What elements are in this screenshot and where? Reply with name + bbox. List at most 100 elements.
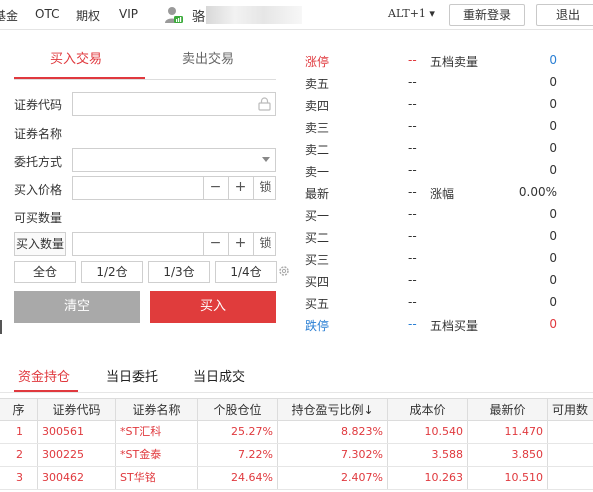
bid1-price: -- bbox=[408, 207, 417, 221]
bid3-label: 买三 bbox=[305, 253, 330, 267]
quote-ask5-row[interactable]: 卖五 -- 0 bbox=[305, 75, 557, 93]
quote-ask3-row[interactable]: 卖三 -- 0 bbox=[305, 119, 557, 137]
ask4-label: 卖四 bbox=[305, 99, 330, 113]
bid4-qty: 0 bbox=[549, 273, 557, 287]
user-icon bbox=[165, 7, 183, 23]
relogin-button[interactable]: 重新登录 bbox=[449, 4, 525, 26]
quote-bid2-row[interactable]: 买二 -- 0 bbox=[305, 229, 557, 247]
bid2-qty: 0 bbox=[549, 229, 557, 243]
qty-lock-button[interactable]: 锁 bbox=[253, 232, 277, 256]
username-redacted bbox=[206, 6, 302, 24]
ask-volume-label: 五档卖量 bbox=[430, 55, 479, 69]
shortcut-selector[interactable]: ALT+1 ▾ bbox=[388, 7, 435, 20]
gear-icon[interactable] bbox=[278, 265, 290, 277]
bid4-price: -- bbox=[408, 273, 417, 287]
quote-bid1-row[interactable]: 买一 -- 0 bbox=[305, 207, 557, 225]
col-cost[interactable]: 成本价 bbox=[388, 399, 468, 420]
nav-otc[interactable]: OTC bbox=[35, 7, 59, 21]
col-weight[interactable]: 个股仓位 bbox=[198, 399, 278, 420]
row-available bbox=[548, 444, 593, 466]
quote-ask4-row[interactable]: 卖四 -- 0 bbox=[305, 97, 557, 115]
col-available[interactable]: 可用数 bbox=[548, 399, 593, 420]
tab-today-orders[interactable]: 当日委托 bbox=[106, 366, 158, 385]
quote-bid5-row[interactable]: 买五 -- 0 bbox=[305, 295, 557, 313]
row-available bbox=[548, 421, 593, 443]
bid-volume-value: 0 bbox=[549, 317, 557, 331]
qty-minus-button[interactable]: − bbox=[203, 232, 227, 256]
name-label: 证券名称 bbox=[14, 127, 63, 141]
row-code: 300561 bbox=[38, 421, 116, 443]
nav-fund[interactable]: 基金 bbox=[0, 7, 18, 24]
row-cost: 10.540 bbox=[388, 421, 468, 443]
quote-ask2-row[interactable]: 卖二 -- 0 bbox=[305, 141, 557, 159]
ask5-label: 卖五 bbox=[305, 77, 330, 91]
bid5-price: -- bbox=[408, 295, 417, 309]
tab-today-deals[interactable]: 当日成交 bbox=[193, 366, 245, 385]
table-row[interactable]: 3 300462 ST华铭 24.64% 2.407% 10.263 10.51… bbox=[0, 467, 593, 490]
table-row[interactable]: 1 300561 *ST汇科 25.27% 8.823% 10.540 11.4… bbox=[0, 421, 593, 444]
quote-bid4-row[interactable]: 买四 -- 0 bbox=[305, 273, 557, 291]
buy-qty-button[interactable]: 买入数量 bbox=[14, 232, 66, 256]
quote-bid3-row[interactable]: 买三 -- 0 bbox=[305, 251, 557, 269]
ask3-qty: 0 bbox=[549, 119, 557, 133]
order-type-select[interactable] bbox=[72, 148, 276, 172]
change-label: 涨幅 bbox=[430, 187, 455, 201]
order-type-label: 委托方式 bbox=[14, 155, 63, 169]
bid2-label: 买二 bbox=[305, 231, 330, 245]
lock-icon bbox=[258, 97, 271, 111]
row-available bbox=[548, 467, 593, 489]
tab-buy[interactable]: 买入交易 bbox=[50, 48, 102, 67]
bid4-label: 买四 bbox=[305, 275, 330, 289]
last-price: -- bbox=[408, 185, 417, 199]
bid5-label: 买五 bbox=[305, 297, 330, 311]
bid-volume-label: 五档买量 bbox=[430, 319, 479, 333]
price-plus-button[interactable]: + bbox=[228, 176, 252, 200]
limit-down-label: 跌停 bbox=[305, 319, 330, 333]
row-code: 300225 bbox=[38, 444, 116, 466]
top-bar: 基金 OTC 期权 VIP 骆 ALT+1 ▾ 重新登录 退出 bbox=[0, 0, 593, 30]
position-full-button[interactable]: 全仓 bbox=[14, 261, 76, 283]
quote-ask1-row[interactable]: 卖一 -- 0 bbox=[305, 163, 557, 181]
ask4-price: -- bbox=[408, 97, 417, 111]
row-name: *ST金泰 bbox=[116, 444, 198, 466]
logout-button[interactable]: 退出 bbox=[536, 4, 593, 26]
limit-down-value: -- bbox=[408, 317, 417, 331]
position-third-button[interactable]: 1/3仓 bbox=[148, 261, 210, 283]
available-qty-label: 可买数量 bbox=[14, 211, 63, 225]
position-quarter-button[interactable]: 1/4仓 bbox=[215, 261, 277, 283]
price-input[interactable]: − + 锁 bbox=[72, 176, 276, 200]
tab-positions[interactable]: 资金持仓 bbox=[18, 366, 70, 385]
limit-up-value: -- bbox=[408, 53, 417, 67]
row-weight: 7.22% bbox=[198, 444, 278, 466]
col-name[interactable]: 证券名称 bbox=[116, 399, 198, 420]
col-index[interactable]: 序 bbox=[0, 399, 38, 420]
nav-vip[interactable]: VIP bbox=[119, 7, 138, 21]
code-label: 证券代码 bbox=[14, 98, 63, 112]
chevron-down-icon bbox=[262, 157, 270, 162]
ask1-price: -- bbox=[408, 163, 417, 177]
row-pnl-ratio: 2.407% bbox=[278, 467, 388, 489]
price-minus-button[interactable]: − bbox=[203, 176, 227, 200]
position-half-button[interactable]: 1/2仓 bbox=[81, 261, 143, 283]
tab-sell[interactable]: 卖出交易 bbox=[182, 48, 234, 67]
nav-options[interactable]: 期权 bbox=[76, 7, 100, 24]
ask4-qty: 0 bbox=[549, 97, 557, 111]
qty-plus-button[interactable]: + bbox=[228, 232, 252, 256]
table-row[interactable]: 2 300225 *ST金泰 7.22% 7.302% 3.588 3.850 bbox=[0, 444, 593, 467]
price-lock-button[interactable]: 锁 bbox=[253, 176, 277, 200]
col-code[interactable]: 证券代码 bbox=[38, 399, 116, 420]
tab-active-indicator bbox=[14, 77, 145, 79]
col-pnl-ratio[interactable]: 持仓盈亏比例↓ bbox=[278, 399, 388, 420]
code-input[interactable] bbox=[72, 92, 276, 116]
ask2-qty: 0 bbox=[549, 141, 557, 155]
bid1-label: 买一 bbox=[305, 209, 330, 223]
qty-input[interactable]: − + 锁 bbox=[72, 232, 276, 256]
ask5-qty: 0 bbox=[549, 75, 557, 89]
row-index: 3 bbox=[0, 467, 38, 489]
col-last[interactable]: 最新价 bbox=[468, 399, 548, 420]
quote-limit-down-row: 跌停 -- 五档买量 0 bbox=[305, 317, 557, 335]
tab-divider bbox=[14, 79, 276, 80]
buy-button[interactable]: 买入 bbox=[150, 291, 276, 323]
clear-button[interactable]: 清空 bbox=[14, 291, 140, 323]
row-weight: 24.64% bbox=[198, 467, 278, 489]
